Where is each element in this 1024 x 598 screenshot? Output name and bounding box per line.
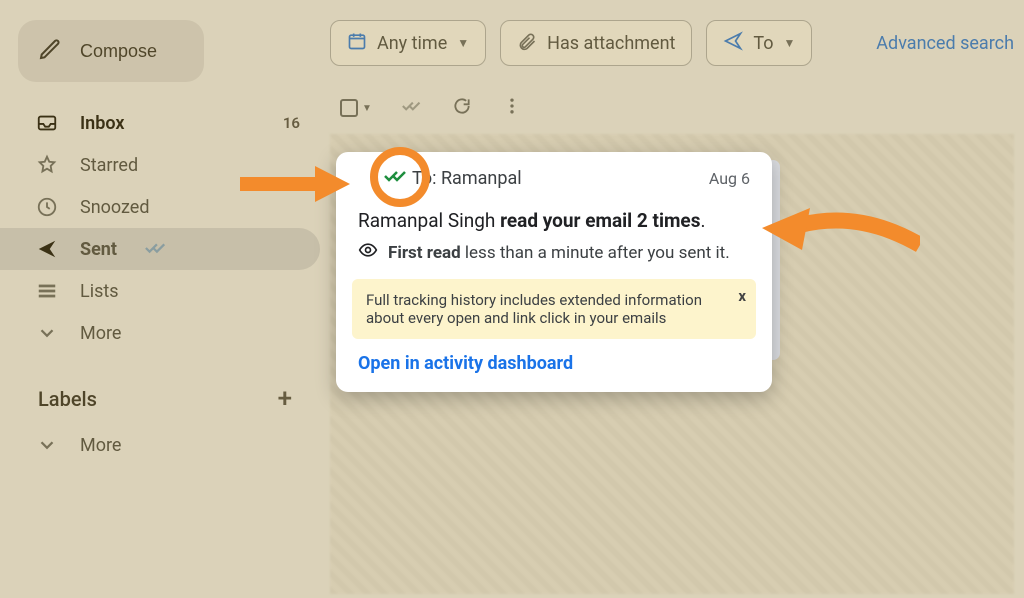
first-read-rest: less than a minute after you sent it. (461, 243, 730, 263)
more-options-icon[interactable] (502, 96, 522, 120)
tracking-popup: To: Ramanpal Aug 6 Ramanpal Singh read y… (336, 152, 772, 392)
nav-snoozed[interactable]: Snoozed (0, 186, 320, 228)
caret-down-icon: ▼ (457, 36, 469, 50)
attachment-icon (517, 31, 537, 56)
nav-lists-label: Lists (80, 281, 119, 302)
calendar-icon (347, 31, 367, 56)
popup-to-prefix: To: (412, 168, 441, 189)
popup-header-row: To: Ramanpal Aug 6 (336, 152, 772, 201)
clock-icon (36, 196, 58, 218)
mail-toolbar: ▼ (330, 86, 1014, 128)
nav-inbox-badge: 16 (283, 114, 300, 132)
chevron-down-icon (36, 434, 58, 456)
lists-icon (36, 280, 58, 302)
chip-attachment-label: Has attachment (547, 33, 675, 54)
nav-starred-label: Starred (80, 155, 138, 176)
nav-snoozed-label: Snoozed (80, 197, 150, 218)
nav-lists[interactable]: Lists (0, 270, 320, 312)
chip-any-time-label: Any time (377, 33, 447, 54)
advanced-search-link[interactable]: Advanced search (876, 33, 1014, 54)
labels-header: Labels + (0, 354, 320, 424)
popup-to-name: Ramanpal (441, 168, 522, 189)
double-check-icon[interactable] (402, 96, 422, 120)
sidebar: Compose Inbox 16 Starred Snoozed Sen (0, 0, 320, 598)
nav-more-label: More (80, 323, 121, 344)
nav-more[interactable]: More (0, 312, 320, 354)
popup-title-bold: read your email 2 times (500, 209, 700, 232)
labels-title: Labels (38, 387, 97, 411)
double-check-icon (145, 239, 167, 260)
pencil-icon (38, 37, 62, 66)
chevron-down-icon (36, 322, 58, 344)
open-dashboard-link[interactable]: Open in activity dashboard (336, 349, 772, 392)
labels-more[interactable]: More (0, 424, 320, 466)
tracking-info-box: Full tracking history includes extended … (352, 279, 756, 339)
compose-label: Compose (80, 41, 157, 62)
select-all-checkbox[interactable]: ▼ (340, 99, 372, 117)
info-close-button[interactable]: x (738, 287, 746, 305)
eye-icon (358, 240, 378, 265)
popup-read-summary: Ramanpal Singh read your email 2 times. (336, 201, 772, 238)
nav-inbox[interactable]: Inbox 16 (0, 102, 320, 144)
nav-inbox-label: Inbox (80, 113, 124, 134)
compose-button[interactable]: Compose (18, 20, 204, 82)
chip-to[interactable]: To ▼ (706, 20, 812, 66)
nav-sent[interactable]: Sent (0, 228, 320, 270)
chip-has-attachment[interactable]: Has attachment (500, 20, 692, 66)
double-check-green-icon (384, 168, 408, 189)
chip-to-label: To (753, 33, 773, 54)
inbox-icon (36, 112, 58, 134)
refresh-icon[interactable] (452, 96, 472, 120)
star-icon (36, 154, 58, 176)
popup-date: Aug 6 (709, 169, 750, 188)
add-label-button[interactable]: + (278, 384, 292, 414)
send-icon (723, 31, 743, 56)
first-read-label: First read (388, 243, 461, 263)
popup-first-read: First read less than a minute after you … (336, 238, 772, 279)
nav-starred[interactable]: Starred (0, 144, 320, 186)
popup-title-name: Ramanpal Singh (358, 209, 500, 232)
caret-down-icon: ▼ (784, 36, 796, 50)
info-text: Full tracking history includes extended … (366, 291, 702, 327)
sent-icon (36, 238, 58, 260)
chip-any-time[interactable]: Any time ▼ (330, 20, 486, 66)
filter-row: Any time ▼ Has attachment To ▼ Advanced … (330, 20, 1014, 66)
labels-more-label: More (80, 435, 121, 456)
nav-sent-label: Sent (80, 239, 117, 260)
popup-title-suffix: . (700, 209, 705, 232)
